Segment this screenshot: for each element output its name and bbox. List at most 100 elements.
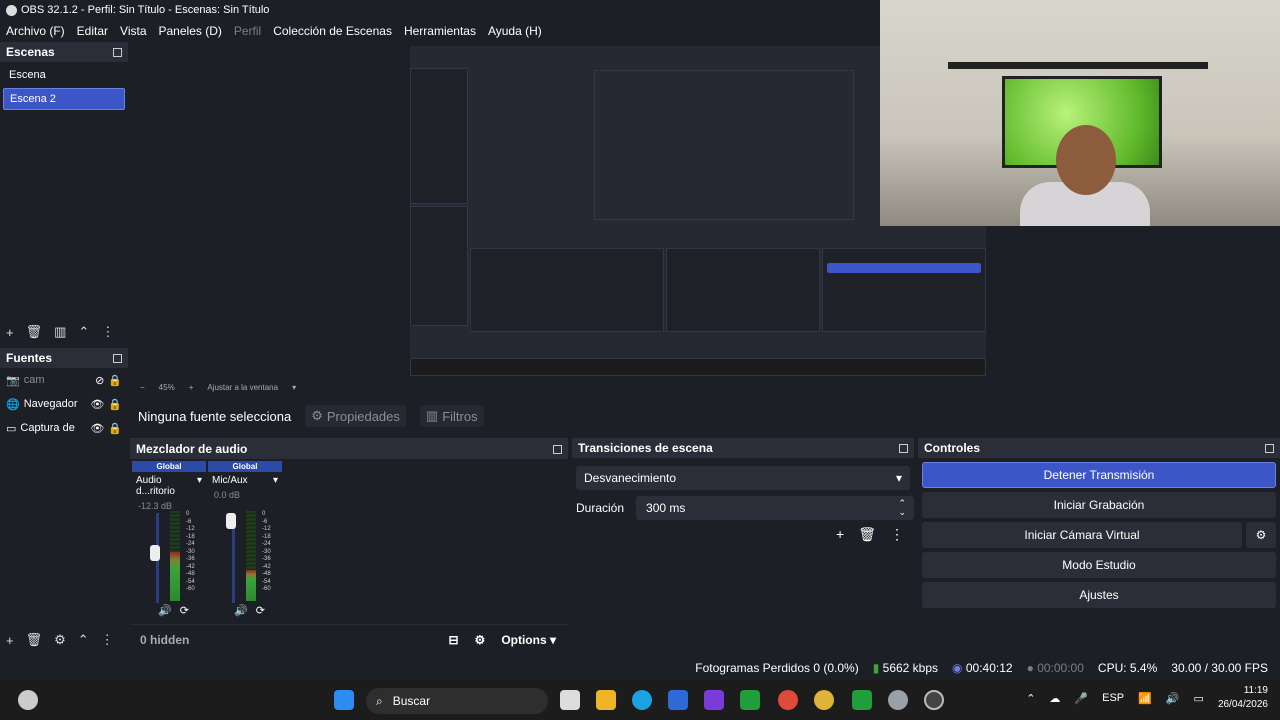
menu-perfil[interactable]: Perfil	[234, 24, 261, 38]
window-titlebar: OBS 32.1.2 - Perfil: Sin Título - Escena…	[0, 0, 880, 20]
battery-icon[interactable]: ▭	[1194, 692, 1204, 705]
spinner-icon[interactable]: ⌃ ⌄	[898, 499, 906, 517]
menu-archivo[interactable]: Archivo (F)	[6, 24, 65, 38]
excel-icon[interactable]	[852, 690, 872, 710]
shelf	[948, 62, 1208, 69]
wifi-icon[interactable]: 📶	[1138, 692, 1152, 705]
eye-hidden-icon[interactable]: ⊘	[95, 374, 104, 387]
store-icon[interactable]	[668, 690, 688, 710]
settings-button[interactable]: Ajustes	[922, 582, 1276, 608]
chrome-icon[interactable]	[814, 690, 834, 710]
speaker-icon[interactable]: 🔊	[158, 604, 172, 617]
channel-name-row[interactable]: Mic/Aux ▾	[208, 475, 282, 486]
settings-app-icon[interactable]	[888, 690, 908, 710]
taskbar-search[interactable]: ⌕ Buscar	[366, 688, 548, 714]
menu-paneles[interactable]: Paneles (D)	[159, 24, 222, 38]
menu-coleccion-escenas[interactable]: Colección de Escenas	[273, 24, 392, 38]
source-item[interactable]: 📷 cam ⊘ 🔒	[0, 368, 128, 392]
chrome-icon[interactable]	[778, 690, 798, 710]
file-explorer-icon[interactable]	[596, 690, 616, 710]
virtual-camera-settings-icon[interactable]: ⚙	[1246, 522, 1276, 548]
layout-icon[interactable]: ⊟	[448, 633, 458, 647]
filters-button[interactable]: ▥ Filtros	[419, 405, 484, 427]
scale-tick: -42	[186, 563, 195, 570]
chevron-up-icon[interactable]: ⌃	[1026, 692, 1035, 705]
properties-button[interactable]: ⚙ Propiedades	[305, 405, 406, 427]
more-icon[interactable]: ⋮	[890, 526, 904, 543]
add-icon[interactable]: +	[6, 633, 14, 648]
hidden-count[interactable]: 0 hidden	[140, 633, 189, 647]
undock-icon[interactable]	[1265, 443, 1274, 453]
speaker-icon[interactable]: 🔊	[234, 604, 248, 617]
duration-value: 300 ms	[646, 501, 686, 515]
menu-editar[interactable]: Editar	[77, 24, 108, 38]
start-recording-button[interactable]: Iniciar Grabación	[922, 492, 1276, 518]
source-item[interactable]: ▭ Captura de 👁 🔒	[0, 416, 128, 440]
filter-icon[interactable]: ▥	[54, 324, 66, 340]
volume-icon[interactable]: 🔊	[1166, 692, 1180, 705]
volume-fader-knob[interactable]	[226, 513, 236, 529]
undock-icon[interactable]	[113, 47, 122, 57]
menu-ayuda[interactable]: Ayuda (H)	[488, 24, 542, 38]
windows-start-icon[interactable]	[334, 690, 354, 710]
audio-settings-icon[interactable]: ⚙	[475, 633, 486, 647]
menu-vista[interactable]: Vista	[120, 24, 146, 38]
trash-icon[interactable]: 🗑	[26, 324, 43, 340]
meter-scale: 0 -6 -12 -18 -24 -30 -36 -42 -48 -54 -60	[262, 511, 274, 594]
task-view-icon[interactable]	[560, 690, 580, 710]
eye-icon[interactable]: 👁	[90, 422, 104, 435]
more-icon[interactable]: ⋮	[101, 632, 114, 648]
move-up-icon[interactable]: ⌃	[78, 632, 89, 648]
channel-badge: Global	[132, 461, 206, 472]
zoom-in-icon[interactable]: +	[189, 383, 194, 392]
broadcast-icon: ◉	[952, 661, 963, 675]
scale-tick: -18	[262, 533, 271, 540]
gear-icon[interactable]: ⚙	[54, 632, 66, 648]
clock[interactable]: 11:19 26/04/2026	[1218, 684, 1268, 712]
studio-mode-button[interactable]: Modo Estudio	[922, 552, 1276, 578]
eye-icon[interactable]: 👁	[90, 398, 104, 411]
duration-input[interactable]: 300 ms ⌃ ⌄	[636, 496, 914, 520]
obs-taskbar-icon[interactable]	[924, 690, 944, 710]
scene-item-selected[interactable]: Escena 2	[3, 88, 125, 110]
chevron-down-icon[interactable]: ▾	[197, 475, 202, 497]
lock-icon[interactable]: 🔒	[108, 422, 122, 435]
edge-icon[interactable]	[632, 690, 652, 710]
more-icon[interactable]: ⋮	[101, 324, 114, 340]
monitor-audio-icon[interactable]: ⟳	[180, 604, 189, 617]
fit-window-label[interactable]: Ajustar a la ventana	[207, 383, 278, 392]
monitor-audio-icon[interactable]: ⟳	[256, 604, 265, 617]
undock-icon[interactable]	[113, 353, 122, 363]
undock-icon[interactable]	[899, 443, 908, 453]
channel-name-row[interactable]: Audio d...ritorio ▾	[132, 475, 206, 497]
language[interactable]: ESP	[1102, 692, 1124, 704]
zoom-out-icon[interactable]: −	[140, 383, 145, 392]
scene-item[interactable]: Escena	[3, 64, 125, 86]
trash-icon[interactable]: 🗑	[26, 632, 43, 648]
volume-fader-knob[interactable]	[150, 545, 160, 561]
xbox-icon[interactable]	[740, 690, 760, 710]
microphone-icon[interactable]: 🎤	[1074, 692, 1088, 705]
chevron-down-icon[interactable]: ▾	[292, 383, 296, 392]
weather-icon[interactable]	[18, 690, 38, 710]
source-item[interactable]: 🌐 Navegador 👁 🔒	[0, 392, 128, 416]
gear-icon: ⚙	[311, 408, 323, 423]
transitions-title: Transiciones de escena	[578, 441, 713, 455]
meter-level	[246, 569, 256, 601]
trash-icon[interactable]: 🗑	[858, 526, 876, 543]
add-icon[interactable]: +	[6, 325, 14, 340]
move-up-icon[interactable]: ⌃	[78, 324, 89, 340]
lock-icon[interactable]: 🔒	[108, 398, 122, 411]
lock-icon[interactable]: 🔒	[108, 374, 122, 387]
menu-herramientas[interactable]: Herramientas	[404, 24, 476, 38]
transition-select[interactable]: Desvanecimiento ▾	[576, 466, 910, 490]
virtual-camera-button[interactable]: Iniciar Cámara Virtual	[922, 522, 1242, 548]
cloud-icon[interactable]: ☁	[1049, 692, 1060, 705]
app-icon[interactable]	[704, 690, 724, 710]
chevron-down-icon[interactable]: ▾	[273, 475, 278, 486]
undock-icon[interactable]	[553, 444, 562, 454]
add-icon[interactable]: +	[836, 526, 844, 543]
stop-stream-button[interactable]: Detener Transmisión	[922, 462, 1276, 488]
zoom-level: 45%	[158, 382, 175, 392]
options-button[interactable]: Options ▾	[501, 633, 556, 647]
